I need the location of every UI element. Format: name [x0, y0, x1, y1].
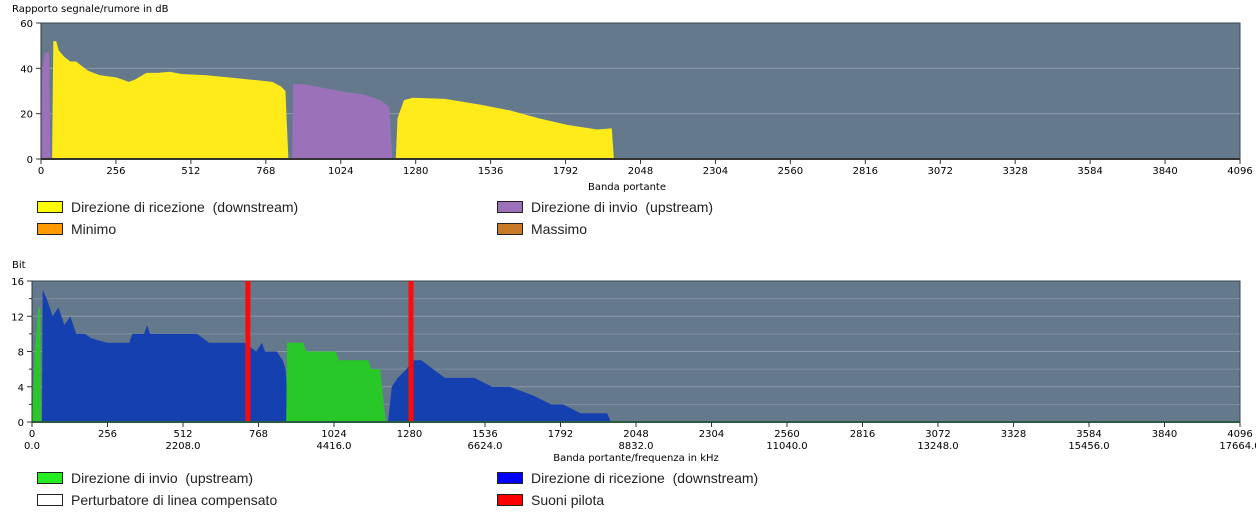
snr-x-tick-label: 256 [106, 166, 125, 177]
frequency-tick-label: 2208.0 [166, 441, 201, 452]
snr-x-tick-label: 2048 [628, 166, 653, 177]
snr-x-tick-label: 3584 [1077, 166, 1102, 177]
frequency-tick-label: 0.0 [24, 441, 40, 452]
legend-label: Direzione di invio (upstream) [71, 470, 254, 486]
legend-item-minimum: Minimo [37, 221, 116, 237]
line-spectrum-view: Rapporto segnale/rumore in dB Banda port… [0, 0, 1256, 512]
legend-swatch [37, 472, 63, 484]
bit-x-tick-label: 2816 [850, 429, 875, 440]
bit-x-tick-label: 3072 [925, 429, 950, 440]
legend-item-bit-downstream: Direzione di ricezione (downstream) [497, 470, 758, 486]
legend-label: Perturbatore di linea compensato [71, 492, 278, 508]
frequency-tick-label: 15456.0 [1068, 441, 1109, 452]
bit-x-tick-label: 768 [249, 429, 268, 440]
snr-x-tick-label: 2816 [853, 166, 878, 177]
snr-series-area [41, 52, 51, 159]
snr-x-axis-label: Banda portante [588, 182, 666, 193]
legend-item-bit-upstream: Direzione di invio (upstream) [37, 470, 253, 486]
pilot-tone-marker [408, 281, 414, 422]
legend-item-downstream: Direzione di ricezione (downstream) [37, 199, 298, 215]
bit-x-axis-label: Banda portante/frequenza in kHz [553, 453, 719, 464]
bit-y-tick-label: 16 [11, 277, 24, 288]
frequency-tick-label: 13248.0 [917, 441, 958, 452]
snr-y-tick-label: 0 [27, 155, 33, 166]
snr-x-tick-label: 3072 [928, 166, 953, 177]
bit-x-tick-label: 1024 [321, 429, 346, 440]
snr-x-tick-label: 1792 [553, 166, 578, 177]
frequency-tick-label: 17664.0 [1219, 441, 1256, 452]
snr-chart-title: Rapporto segnale/rumore in dB [12, 4, 169, 15]
snr-x-tick-label: 2304 [703, 166, 728, 177]
legend-item-crosstalk: Perturbatore di linea compensato [37, 492, 277, 508]
legend-item-pilot-tones: Suoni pilota [497, 492, 604, 508]
bit-y-tick-label: 8 [18, 348, 24, 359]
bit-y-tick-label: 0 [18, 418, 24, 429]
snr-x-tick-label: 1536 [478, 166, 503, 177]
snr-x-tick-label: 512 [181, 166, 200, 177]
snr-x-tick-label: 768 [256, 166, 275, 177]
snr-x-tick-label: 1024 [328, 166, 353, 177]
bit-x-tick-label: 3584 [1076, 429, 1101, 440]
snr-y-tick-label: 60 [20, 19, 33, 30]
snr-y-tick-label: 40 [20, 64, 33, 75]
snr-x-tick-label: 0 [38, 166, 44, 177]
legend-swatch [497, 223, 523, 235]
frequency-tick-label: 11040.0 [766, 441, 807, 452]
bit-y-tick-label: 12 [11, 312, 24, 323]
snr-x-tick-label: 2560 [778, 166, 803, 177]
legend-label: Direzione di ricezione (downstream) [71, 199, 299, 215]
legend-label: Direzione di invio (upstream) [531, 199, 714, 215]
bit-chart-title: Bit [12, 260, 26, 271]
bit-x-tick-label: 2048 [623, 429, 648, 440]
bit-x-tick-label: 256 [98, 429, 117, 440]
legend-item-upstream: Direzione di invio (upstream) [497, 199, 713, 215]
bit-x-tick-label: 4096 [1227, 429, 1252, 440]
bit-x-tick-label: 512 [173, 429, 192, 440]
bit-y-tick-label: 4 [18, 383, 24, 394]
snr-x-tick-label: 1280 [403, 166, 428, 177]
legend-item-maximum: Massimo [497, 221, 587, 237]
bit-x-tick-label: 3840 [1152, 429, 1177, 440]
legend-label: Suoni pilota [531, 492, 605, 508]
snr-x-tick-label: 3840 [1152, 166, 1177, 177]
frequency-tick-label: 4416.0 [317, 441, 352, 452]
bit-x-tick-label: 3328 [1001, 429, 1026, 440]
charts-canvas: Rapporto segnale/rumore in dB Banda port… [11, 4, 1256, 464]
snr-x-tick-label: 4096 [1227, 166, 1252, 177]
legend-swatch [497, 201, 523, 213]
legend-swatch [497, 494, 523, 506]
bit-x-tick-label: 0 [29, 429, 35, 440]
snr-x-tick-label: 3328 [1002, 166, 1027, 177]
bit-x-tick-label: 1792 [548, 429, 573, 440]
bit-x-tick-label: 2560 [774, 429, 799, 440]
snr-y-tick-label: 20 [20, 110, 33, 121]
legend-swatch [37, 494, 63, 506]
legend-label: Massimo [531, 221, 588, 237]
frequency-tick-label: 6624.0 [468, 441, 503, 452]
bit-x-tick-label: 2304 [699, 429, 724, 440]
bit-x-tick-label: 1280 [397, 429, 422, 440]
legend-label: Direzione di ricezione (downstream) [531, 470, 759, 486]
bit-x-tick-label: 1536 [472, 429, 497, 440]
legend-swatch [497, 472, 523, 484]
legend-swatch [37, 201, 63, 213]
legend-swatch [37, 223, 63, 235]
frequency-tick-label: 8832.0 [619, 441, 654, 452]
legend-label: Minimo [71, 221, 117, 237]
pilot-tone-marker [245, 281, 251, 422]
